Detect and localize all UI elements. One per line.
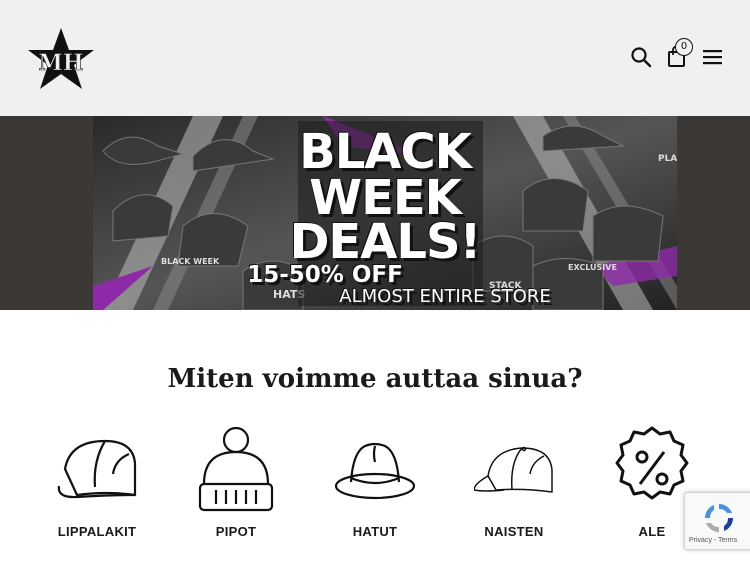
category-pipot[interactable]: PIPOT [176, 424, 296, 544]
category-label: HATUT [352, 524, 398, 539]
banner-discount: 15-50% OFF [247, 262, 403, 288]
cart-count-badge: 0 [675, 38, 693, 56]
hamburger-menu-icon [703, 50, 722, 65]
category-naisten[interactable]: NAISTEN [454, 424, 574, 544]
menu-button[interactable] [702, 48, 723, 66]
womens-cap-icon [474, 446, 553, 493]
banner-subline: ALMOST ENTIRE STORE [339, 286, 551, 307]
category-label: PIPOT [215, 524, 257, 539]
banner-headline: BLACK WEEK DEALS! 15-50% OFF ALMOST ENTI… [93, 116, 677, 310]
recaptcha-links[interactable]: Privacy - Terms [689, 537, 737, 544]
site-header: MH 0 [0, 0, 750, 116]
category-lippalakit[interactable]: LIPPALAKIT [37, 424, 157, 544]
search-button[interactable] [630, 46, 652, 68]
recaptcha-badge[interactable]: Privacy - Terms [684, 492, 750, 550]
category-label: NAISTEN [484, 524, 544, 539]
category-label: LIPPALAKIT [57, 524, 137, 539]
star-logo-icon: MH [28, 28, 94, 89]
percent-badge-icon [615, 426, 689, 500]
section-title: Miten voimme auttaa sinua? [167, 364, 583, 394]
fedora-icon [335, 442, 415, 500]
category-hatut[interactable]: HATUT [315, 424, 435, 544]
black-week-banner[interactable]: BLACK WEEK HATS STACK EXCLUSIVE PLA BLAC… [93, 116, 677, 310]
recaptcha-icon [705, 504, 733, 532]
logo-text: MH [38, 50, 83, 76]
logo[interactable]: MH [26, 26, 96, 92]
cap-icon [57, 439, 137, 499]
beanie-icon [198, 426, 274, 512]
search-icon [631, 47, 652, 68]
